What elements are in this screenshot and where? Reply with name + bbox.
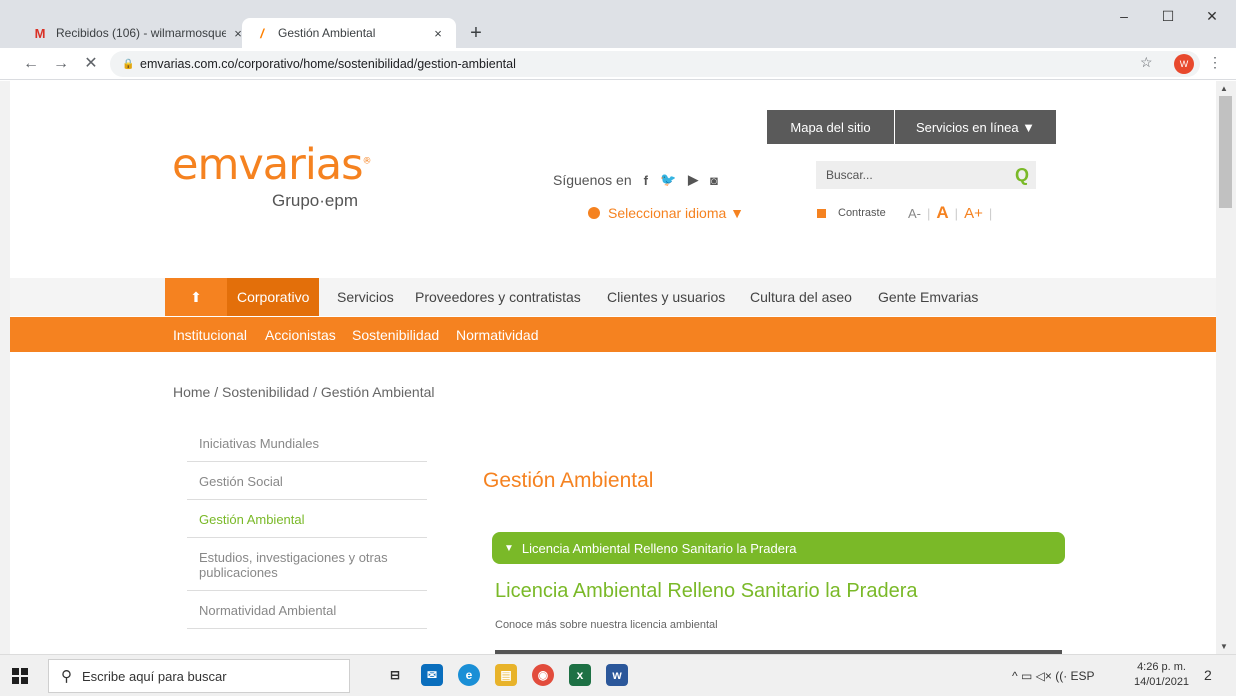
sidebar-item-gestion-ambiental[interactable]: Gestión Ambiental <box>187 500 427 538</box>
divider: | <box>927 205 931 221</box>
nav-item-proveedores[interactable]: Proveedores y contratistas <box>415 278 581 316</box>
main-nav: ⬆ Corporativo Servicios Proveedores y co… <box>10 278 1216 316</box>
system-tray[interactable]: ^ ▭ ◁× ((· ESP <box>1012 669 1095 683</box>
scroll-thumb[interactable] <box>1219 96 1232 208</box>
back-button[interactable]: ← <box>20 53 42 75</box>
search-icon[interactable]: Q <box>1008 165 1036 186</box>
address-bar[interactable]: 🔒 emvarias.com.co/corporativo/home/soste… <box>110 51 1200 77</box>
lock-icon: 🔒 <box>122 58 135 70</box>
stop-button[interactable]: ✕ <box>80 53 102 75</box>
site-favicon-icon: / <box>260 25 264 41</box>
scroll-up-icon[interactable]: ▲ <box>1220 84 1228 93</box>
taskbar-search-text: Escribe aquí para buscar <box>82 668 227 684</box>
task-view-icon[interactable]: ⊟ <box>384 664 406 686</box>
search-input[interactable]: Buscar... <box>826 168 1008 182</box>
close-tab-icon[interactable]: × <box>426 26 450 41</box>
servicios-en-linea-button[interactable]: Servicios en línea ▼ <box>895 110 1056 144</box>
profile-avatar[interactable]: W <box>1174 54 1194 74</box>
divider: | <box>988 205 993 221</box>
gmail-icon: M <box>34 25 46 41</box>
subnav-normatividad[interactable]: Normatividad <box>456 317 538 352</box>
home-icon: ⬆ <box>190 288 202 305</box>
contrast-label: Contraste <box>838 207 886 219</box>
sidebar-item-normatividad[interactable]: Normatividad Ambiental <box>187 591 427 629</box>
side-nav: Iniciativas Mundiales Gestión Social Ges… <box>187 424 427 629</box>
mail-icon[interactable]: ✉ <box>421 664 443 686</box>
windows-taskbar: ⚲ Escribe aquí para buscar ⊟ ✉ e ▤ ◉ x w… <box>0 654 1236 696</box>
accordion-label: Licencia Ambiental Relleno Sanitario la … <box>521 540 797 556</box>
page-title: Gestión Ambiental <box>483 469 654 492</box>
chrome-icon[interactable]: ◉ <box>532 664 554 686</box>
browser-tab-strip: M Recibidos (106) - wilmarmosquer × / Ge… <box>0 0 1236 48</box>
instagram-icon[interactable]: ◙ <box>710 173 718 188</box>
minimize-button[interactable]: – <box>1104 8 1144 24</box>
clock[interactable]: 4:26 p. m. 14/01/2021 <box>1134 660 1189 690</box>
nav-item-cultura[interactable]: Cultura del aseo <box>750 278 852 316</box>
logo-text: emvarias <box>172 140 364 190</box>
word-icon[interactable]: w <box>606 664 628 686</box>
triangle-down-icon: ▼ <box>504 542 514 554</box>
mapa-del-sitio-button[interactable]: Mapa del sitio <box>767 110 894 144</box>
forward-button[interactable]: → <box>50 53 72 75</box>
font-normal-button[interactable]: A <box>936 203 948 223</box>
globe-icon <box>588 207 600 219</box>
subnav-institucional[interactable]: Institucional <box>173 317 247 352</box>
logo-registered: ® <box>362 156 372 167</box>
notification-icon[interactable]: 2 <box>1204 667 1212 683</box>
windows-start-icon[interactable] <box>12 668 28 684</box>
search-icon: ⚲ <box>61 668 72 685</box>
browser-menu-icon[interactable]: ⋮ <box>1208 54 1222 71</box>
siguenos-label: Síguenos en <box>553 172 632 188</box>
tab-gestion-ambiental[interactable]: / Gestión Ambiental × <box>242 18 456 48</box>
new-tab-button[interactable]: + <box>464 21 488 45</box>
page-margin <box>0 81 10 654</box>
nav-item-gente[interactable]: Gente Emvarias <box>878 278 978 316</box>
grupo-epm-label: Grupo·epm <box>272 191 358 210</box>
divider: | <box>954 205 959 221</box>
sidebar-item-gestion-social[interactable]: Gestión Social <box>187 462 427 500</box>
facebook-icon[interactable]: f <box>644 173 648 188</box>
breadcrumb[interactable]: Home / Sostenibilidad / Gestión Ambienta… <box>173 384 434 400</box>
sidebar-item-estudios[interactable]: Estudios, investigaciones y otras public… <box>187 538 427 591</box>
content-heading: Licencia Ambiental Relleno Sanitario la … <box>495 580 918 602</box>
close-window-button[interactable]: ✕ <box>1192 8 1232 25</box>
file-explorer-icon[interactable]: ▤ <box>495 664 517 686</box>
nav-item-clientes[interactable]: Clientes y usuarios <box>607 278 725 316</box>
time-text: 4:26 p. m. <box>1137 661 1186 673</box>
font-size-controls: A- | A | A+ | <box>908 203 992 223</box>
sub-nav: Institucional Accionistas Sostenibilidad… <box>10 317 1216 352</box>
edge-icon[interactable]: e <box>458 664 480 686</box>
subnav-sostenibilidad[interactable]: Sostenibilidad <box>352 317 439 352</box>
taskbar-search[interactable]: ⚲ Escribe aquí para buscar <box>48 659 350 693</box>
contrast-icon <box>817 208 826 218</box>
accordion-header[interactable]: ▼ Licencia Ambiental Relleno Sanitario l… <box>492 532 1065 564</box>
font-increase-button[interactable]: A+ <box>964 205 983 222</box>
youtube-icon[interactable]: ▶ <box>688 172 698 188</box>
excel-icon[interactable]: x <box>569 664 591 686</box>
twitter-icon[interactable]: 🐦 <box>660 172 676 188</box>
url-text: emvarias.com.co/corporativo/home/sosteni… <box>140 57 516 71</box>
browser-toolbar: ← → ✕ 🔒 emvarias.com.co/corporativo/home… <box>0 48 1236 80</box>
search-box[interactable]: Buscar... Q <box>816 161 1036 189</box>
sidebar-item-iniciativas[interactable]: Iniciativas Mundiales <box>187 424 427 462</box>
scroll-down-icon[interactable]: ▼ <box>1220 642 1228 651</box>
language-label: Seleccionar idioma ▼ <box>608 205 745 221</box>
contrast-toggle[interactable]: Contraste <box>817 207 886 219</box>
maximize-button[interactable]: ☐ <box>1148 8 1188 25</box>
nav-item-servicios[interactable]: Servicios <box>337 278 394 316</box>
emvarias-logo[interactable]: emvarias® <box>172 140 372 190</box>
nav-item-corporativo[interactable]: Corporativo <box>227 278 320 316</box>
bookmark-star-icon[interactable]: ☆ <box>1140 54 1153 71</box>
tab-title: Gestión Ambiental <box>278 26 376 40</box>
home-button[interactable]: ⬆ <box>165 278 227 316</box>
date-text: 14/01/2021 <box>1134 676 1190 688</box>
social-links: Síguenos en f 🐦 ▶ ◙ <box>553 172 718 188</box>
tab-gmail[interactable]: M Recibidos (106) - wilmarmosquer × <box>20 18 256 48</box>
subnav-accionistas[interactable]: Accionistas <box>265 317 336 352</box>
content-text: Conoce más sobre nuestra licencia ambien… <box>495 619 718 631</box>
tab-title: Recibidos (106) - wilmarmosquer <box>56 26 226 40</box>
web-page: emvarias® Grupo·epm Mapa del sitio Servi… <box>10 81 1216 654</box>
font-decrease-button[interactable]: A- <box>908 206 921 221</box>
language-selector[interactable]: Seleccionar idioma ▼ <box>588 205 744 221</box>
